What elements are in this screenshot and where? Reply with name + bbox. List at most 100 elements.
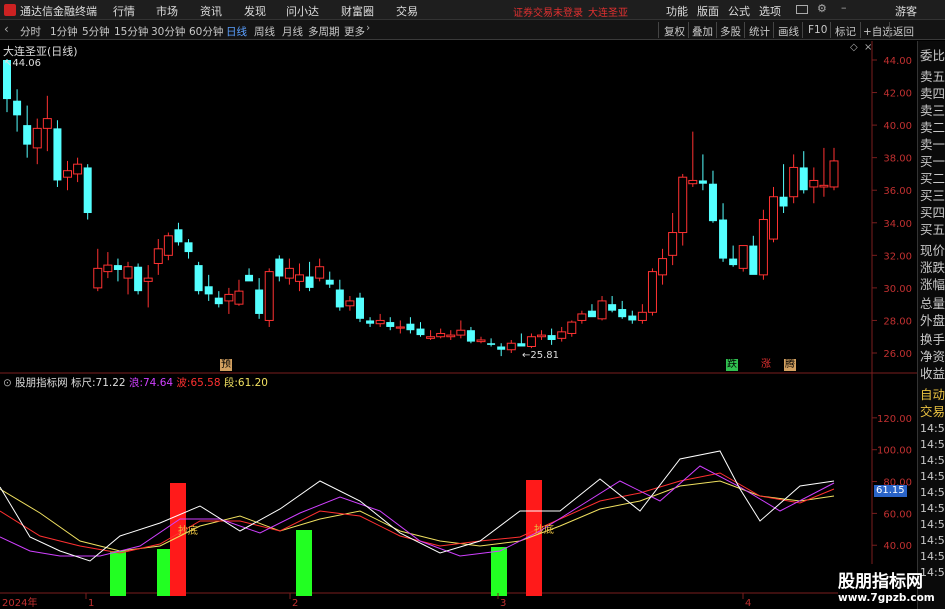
action-mark[interactable]: 标记 — [835, 24, 856, 39]
menu-quotes[interactable]: 行情 — [113, 3, 135, 19]
period-1min[interactable]: 1分钟 — [50, 24, 78, 39]
menu-options[interactable]: 选项 — [759, 3, 781, 19]
candle-body — [255, 289, 264, 314]
indicator-settings-icon[interactable]: ⊙ — [3, 377, 12, 389]
candle-body — [153, 248, 163, 264]
login-notice[interactable]: 证券交易未登录 — [513, 4, 583, 19]
marker-zhang: 涨 — [761, 359, 771, 370]
candle-body — [174, 229, 183, 243]
rp-item[interactable]: 收益 — [920, 363, 945, 382]
period-multi[interactable]: 多周期 — [308, 24, 340, 39]
watermark-url: www.7gpzb.com — [838, 592, 935, 604]
period-weekly[interactable]: 周线 — [254, 24, 275, 39]
current-value-badge: 61.15 — [874, 485, 907, 497]
menu-market[interactable]: 市场 — [156, 3, 178, 19]
y-tick-label: 32.00 — [883, 251, 912, 262]
candle-body — [708, 183, 717, 222]
rp-item[interactable]: 外盘 — [920, 310, 945, 329]
candle-body — [355, 297, 364, 319]
candle-body — [729, 258, 738, 266]
candle-body — [577, 313, 587, 321]
menu-news[interactable]: 资讯 — [200, 3, 222, 19]
settings-icon[interactable]: ⚙ — [817, 2, 827, 15]
rp-item[interactable]: 委比 — [920, 45, 945, 64]
right-panel: 委比 卖五 卖四 卖三 卖二 卖一 买一 买二 买三 买四 买五 现价 涨跌 涨… — [917, 41, 945, 609]
period-30min[interactable]: 30分钟 — [151, 24, 185, 39]
scale-label: 标尺: — [71, 377, 96, 389]
candle-body — [83, 167, 92, 214]
action-stats[interactable]: 统计 — [749, 24, 770, 39]
low-price-value: 25.81 — [530, 350, 560, 361]
menu-ask[interactable]: 问小达 — [286, 3, 319, 19]
rp-time: 14:56 — [920, 550, 945, 563]
candle-body — [658, 258, 668, 276]
auto-trade-label[interactable]: 交易 — [920, 401, 945, 420]
rp-time: 14:56 — [920, 518, 945, 531]
candle-body — [698, 180, 707, 184]
ind-tick-label: 100.00 — [877, 446, 912, 457]
period-monthly[interactable]: 月线 — [282, 24, 303, 39]
l3-label: 段: — [223, 377, 238, 389]
l2-label: 波: — [176, 377, 191, 389]
menu-function[interactable]: 功能 — [666, 3, 688, 19]
candle-body — [366, 320, 375, 324]
indicator-legend[interactable]: ⊙ 股朋指标网 标尺:71.22 浪:74.64 波:65.58 段:61.20 — [3, 375, 268, 390]
candle-body — [23, 125, 32, 145]
toolbar-divider — [716, 22, 717, 38]
candle-body — [668, 232, 678, 256]
menu-discover[interactable]: 发现 — [244, 3, 266, 19]
action-adjust[interactable]: 复权 — [664, 24, 685, 39]
action-f10[interactable]: F10 — [808, 24, 827, 36]
minimize-icon[interactable]: – — [841, 1, 847, 14]
period-15min[interactable]: 15分钟 — [114, 24, 148, 39]
period-5min[interactable]: 5分钟 — [82, 24, 110, 39]
back-arrow-icon[interactable]: ‹ — [4, 22, 9, 36]
more-chevron-icon[interactable]: › — [366, 22, 370, 34]
chart-area[interactable]: 44.00 42.00 40.00 38.00 36.00 34.00 32.00 30.00… — [0, 41, 917, 609]
period-intraday[interactable]: 分时 — [20, 24, 41, 39]
x-tick-label: 4 — [745, 598, 751, 609]
period-daily[interactable]: 日线 — [226, 24, 247, 39]
candle-body — [749, 245, 758, 275]
action-draw[interactable]: 画线 — [778, 24, 799, 39]
chart-close-icon[interactable]: × — [864, 42, 872, 53]
candle-body — [779, 196, 788, 207]
candle-body — [456, 329, 466, 336]
chart-settings-icon[interactable]: ◇ — [850, 42, 858, 53]
main-chart-title[interactable]: 大连圣亚(日线) — [3, 43, 78, 59]
x-tick-label: 2 — [292, 598, 298, 609]
candle-body — [325, 279, 334, 285]
screen-icon[interactable] — [796, 5, 808, 14]
rp-item[interactable]: 买五 — [920, 219, 945, 238]
period-60min[interactable]: 60分钟 — [189, 24, 223, 39]
l3-value: 61.20 — [237, 377, 268, 389]
y-tick-label: 44.00 — [883, 56, 912, 67]
y-tick-label: 34.00 — [883, 219, 912, 230]
menu-trade[interactable]: 交易 — [396, 3, 418, 19]
current-stock: 大连圣亚 — [588, 8, 628, 19]
bottom-signal-2: 抄底 — [534, 525, 554, 536]
rp-time: 14:56 — [920, 534, 945, 547]
y-tick-label: 28.00 — [883, 316, 912, 327]
candle-body — [487, 343, 496, 345]
action-multistock[interactable]: 多股 — [720, 24, 741, 39]
action-overlay[interactable]: 叠加 — [692, 24, 713, 39]
candle-body — [738, 245, 748, 269]
rp-time: 14:56 — [920, 486, 945, 499]
candle-body — [184, 242, 193, 253]
menu-layout[interactable]: 版面 — [697, 3, 719, 19]
period-more[interactable]: 更多 — [344, 24, 365, 39]
candle-body — [42, 118, 52, 129]
candle-body — [103, 264, 113, 273]
candle-body — [678, 176, 688, 234]
action-return[interactable]: 返回 — [893, 24, 914, 39]
high-price-value: 44.06 — [12, 58, 42, 69]
menu-formula[interactable]: 公式 — [728, 3, 750, 19]
rp-item[interactable]: 涨幅 — [920, 274, 945, 293]
y-tick-label: 42.00 — [883, 89, 912, 100]
menu-wealth[interactable]: 财富圈 — [341, 3, 374, 19]
guest-label[interactable]: 游客 — [895, 3, 917, 19]
candle-body — [789, 166, 799, 198]
signal-bar — [491, 547, 507, 596]
period-toolbar: ‹ 分时 1分钟 5分钟 15分钟 30分钟 60分钟 日线 周线 月线 多周期… — [0, 20, 945, 40]
